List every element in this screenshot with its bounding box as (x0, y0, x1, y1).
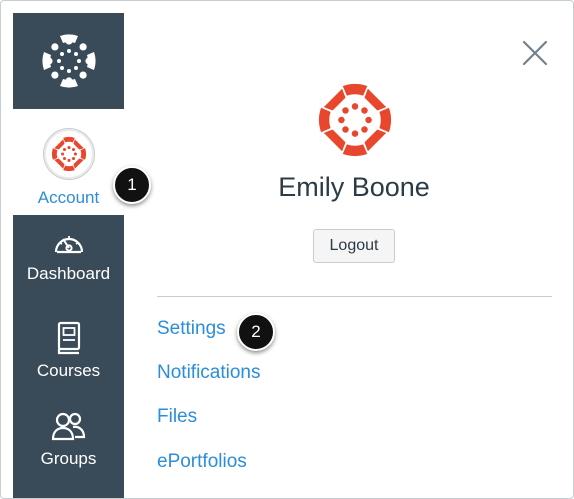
dashboard-gauge-icon (54, 236, 83, 254)
settings-link[interactable]: Settings (157, 318, 226, 340)
courses-book-icon (57, 321, 80, 355)
nav-item-groups-label: Groups (40, 449, 97, 468)
nav-item-courses[interactable]: Courses (13, 321, 124, 381)
notifications-link[interactable]: Notifications (157, 362, 261, 384)
nav-item-account-label: Account (37, 188, 100, 207)
nav-item-account[interactable]: Account (13, 109, 124, 215)
nav-item-groups[interactable]: Groups (13, 411, 124, 469)
global-navigation: Account Dashboard Courses Groups (13, 13, 124, 498)
close-icon (522, 40, 548, 66)
canvas-logo[interactable] (13, 13, 124, 109)
account-avatar-icon (51, 136, 86, 172)
step-callout-2: 2 (237, 313, 275, 351)
logout-button[interactable]: Logout (313, 229, 395, 263)
nav-item-dashboard-label: Dashboard (26, 264, 111, 283)
user-avatar-icon (318, 83, 392, 157)
eportfolios-link[interactable]: ePortfolios (157, 451, 247, 473)
nav-item-courses-label: Courses (36, 361, 101, 380)
user-name: Emily Boone (278, 172, 430, 202)
step-callout-1: 1 (113, 166, 151, 204)
account-tray-screenshot: Account Dashboard Courses Groups 1 Emily… (0, 0, 574, 499)
files-link[interactable]: Files (157, 406, 197, 428)
account-avatar (42, 128, 95, 180)
groups-people-icon (51, 412, 85, 441)
tray-divider (157, 296, 552, 297)
nav-item-dashboard[interactable]: Dashboard (13, 228, 124, 284)
close-tray-button[interactable] (521, 39, 549, 67)
canvas-logo-icon (41, 34, 96, 88)
